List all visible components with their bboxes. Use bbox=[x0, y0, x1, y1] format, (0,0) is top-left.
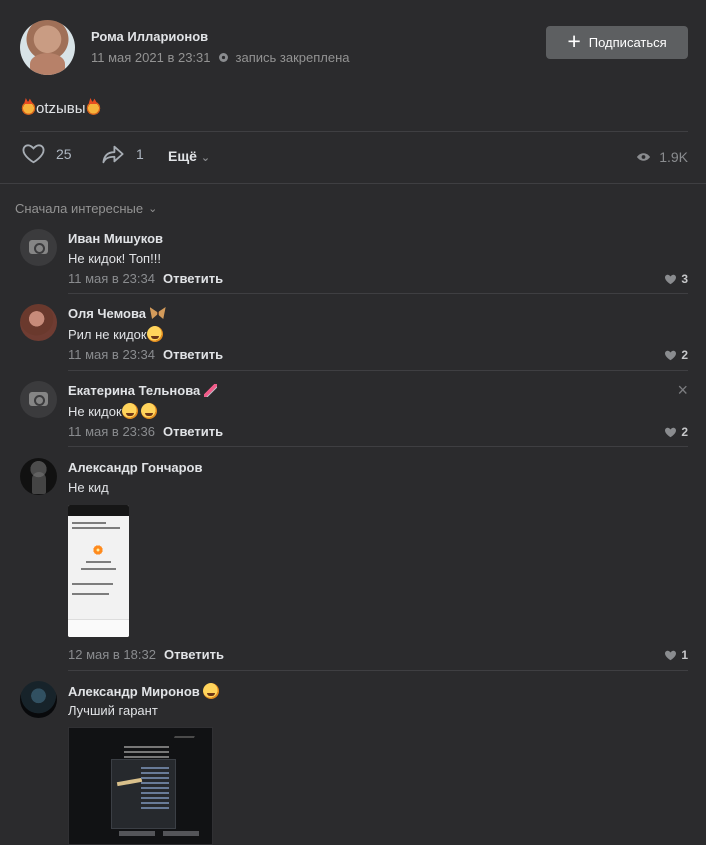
comment-meta: 11 мая в 23:34 Ответить bbox=[68, 347, 223, 362]
pinned-status: запись закреплена bbox=[235, 50, 350, 65]
comment-author[interactable]: Екатерина Тельнова bbox=[68, 383, 217, 398]
comment-sort-dropdown[interactable]: Сначала интересные ⌄ bbox=[15, 201, 157, 216]
more-menu[interactable]: Ещё ⌄ bbox=[168, 148, 210, 164]
image-info-lines bbox=[141, 767, 169, 812]
heart-icon bbox=[665, 650, 677, 660]
share-button[interactable]: 1 bbox=[100, 143, 144, 165]
comment-text: Не кид bbox=[68, 480, 109, 495]
subscribe-button[interactable]: + Подписаться bbox=[546, 26, 688, 59]
comment-like-button[interactable]: 2 bbox=[664, 348, 688, 362]
reply-button[interactable]: Ответить bbox=[163, 271, 223, 286]
image-text-line bbox=[81, 568, 116, 570]
thinking-emoji-icon bbox=[141, 403, 158, 419]
comment-avatar[interactable] bbox=[20, 381, 57, 418]
comment-avatar[interactable] bbox=[20, 458, 57, 495]
post-separator bbox=[20, 131, 688, 132]
share-icon bbox=[102, 145, 124, 164]
fire-emoji-icon bbox=[85, 100, 101, 115]
heart-icon bbox=[22, 144, 45, 164]
chevron-down-icon: ⌄ bbox=[148, 203, 158, 215]
reply-button[interactable]: Ответить bbox=[164, 647, 224, 662]
author-name[interactable]: Рома Илларионов bbox=[91, 29, 208, 44]
camera-icon bbox=[29, 392, 48, 406]
comment-date[interactable]: 11 мая в 23:36 bbox=[68, 424, 155, 439]
pin-icon bbox=[218, 53, 228, 62]
comment-author[interactable]: Александр Миронов bbox=[68, 683, 220, 699]
comment-like-button[interactable]: 2 bbox=[664, 425, 688, 439]
author-avatar[interactable] bbox=[20, 20, 75, 75]
brush-icon bbox=[203, 384, 217, 397]
heart-icon bbox=[665, 427, 677, 437]
eye-icon bbox=[637, 153, 651, 161]
image-text-line bbox=[86, 561, 111, 563]
reply-button[interactable]: Ответить bbox=[163, 347, 223, 362]
comment-date[interactable]: 11 мая в 23:34 bbox=[68, 347, 155, 362]
butterfly-icon bbox=[149, 307, 166, 319]
close-icon[interactable]: × bbox=[677, 381, 688, 399]
comment-item: Иван Мишуков Не кидок! Топ!!! 11 мая в 2… bbox=[20, 228, 688, 293]
image-buttons bbox=[119, 831, 199, 836]
comment-separator bbox=[68, 293, 688, 294]
comment-avatar[interactable] bbox=[20, 229, 57, 266]
like-count: 25 bbox=[56, 146, 72, 162]
image-text-line bbox=[72, 593, 109, 595]
plus-icon: + bbox=[567, 28, 581, 54]
comment-like-button[interactable]: 3 bbox=[664, 272, 688, 286]
surprised-emoji-icon bbox=[146, 326, 163, 342]
comment-item: Александр Миронов Лучший гарант bbox=[20, 680, 688, 845]
image-text-lines bbox=[124, 746, 169, 748]
phone-status-bar bbox=[68, 505, 129, 516]
post-actions: 25 1 Ещё ⌄ 1.9K bbox=[20, 143, 688, 173]
comment-author[interactable]: Александр Гончаров bbox=[68, 460, 202, 475]
comment-date[interactable]: 11 мая в 23:34 bbox=[68, 271, 155, 286]
comment-item: Оля Чемова Рил не кидок 11 мая в 23:34 От… bbox=[20, 303, 688, 368]
heart-icon bbox=[665, 350, 677, 360]
comments-separator bbox=[0, 183, 706, 184]
comment-date[interactable]: 12 мая в 18:32 bbox=[68, 647, 156, 662]
comment-avatar[interactable] bbox=[20, 681, 57, 718]
comment-meta: 12 мая в 18:32 Ответить bbox=[68, 647, 224, 662]
comment-avatar[interactable] bbox=[20, 304, 57, 341]
comment-separator bbox=[68, 670, 688, 671]
comment-text: Рил не кидок bbox=[68, 326, 163, 342]
flower-icon bbox=[93, 545, 103, 555]
heart-icon bbox=[665, 274, 677, 284]
share-count: 1 bbox=[136, 146, 144, 162]
comment-author[interactable]: Оля Чемова bbox=[68, 306, 166, 321]
comment-like-button[interactable]: 1 bbox=[664, 648, 688, 662]
tongue-emoji-icon bbox=[203, 683, 220, 699]
comment-author[interactable]: Иван Мишуков bbox=[68, 231, 163, 246]
camera-icon bbox=[29, 240, 48, 254]
image-text-line bbox=[72, 583, 113, 585]
like-button[interactable]: 25 bbox=[20, 143, 72, 165]
comment-text: Не кидок! Топ!!! bbox=[68, 251, 161, 266]
comment-text: Лучший гарант bbox=[68, 703, 158, 718]
reply-button[interactable]: Ответить bbox=[163, 424, 223, 439]
post-header: Рома Илларионов 11 мая 2021 в 23:31 запи… bbox=[20, 20, 688, 76]
comment-item: Александр Гончаров Не кид 12 мая в 18:32… bbox=[20, 457, 688, 662]
steam-logo-icon bbox=[171, 736, 195, 744]
comment-text: Не кидок bbox=[68, 403, 158, 419]
fire-emoji-icon bbox=[21, 100, 36, 115]
post-date[interactable]: 11 мая 2021 в 23:31 bbox=[91, 50, 211, 65]
comment-meta: 11 мая в 23:36 Ответить bbox=[68, 424, 223, 439]
smile-sweat-emoji-icon bbox=[121, 403, 138, 419]
image-text-line bbox=[72, 522, 106, 524]
post-text: otzывы bbox=[21, 100, 101, 117]
phone-bottom-bar bbox=[68, 619, 129, 637]
image-text-line bbox=[72, 527, 120, 529]
comment-image[interactable] bbox=[68, 727, 213, 845]
post-meta: 11 мая 2021 в 23:31 запись закреплена bbox=[91, 50, 350, 65]
views: 1.9K bbox=[636, 149, 688, 165]
comment-meta: 11 мая в 23:34 Ответить bbox=[68, 271, 223, 286]
comment-image[interactable] bbox=[68, 505, 129, 637]
chevron-down-icon: ⌄ bbox=[200, 152, 211, 164]
comment-item: Екатерина Тельнова Не кидок 11 мая в 23:… bbox=[20, 380, 688, 445]
comment-separator bbox=[68, 370, 688, 371]
comment-separator bbox=[68, 446, 688, 447]
